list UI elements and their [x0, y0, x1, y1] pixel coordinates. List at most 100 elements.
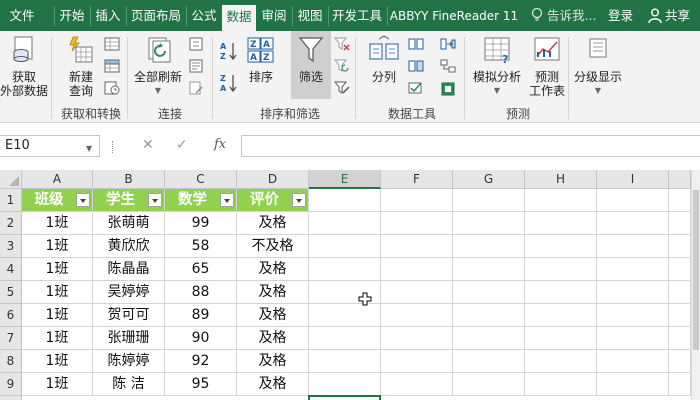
table-cell[interactable]: 90	[165, 327, 237, 350]
cell-h2[interactable]	[525, 212, 597, 235]
table-cell[interactable]: 1班	[22, 235, 93, 258]
table-cell[interactable]: 及格	[237, 373, 309, 396]
select-all-button[interactable]	[0, 170, 22, 189]
cell-f5[interactable]	[381, 281, 453, 304]
table-cell[interactable]: 89	[165, 304, 237, 327]
cell-h7[interactable]	[525, 327, 597, 350]
tab-review[interactable]: 审阅	[258, 4, 290, 28]
cell-g3[interactable]	[453, 235, 525, 258]
table-cell[interactable]: 1班	[22, 350, 93, 373]
tab-view[interactable]: 视图	[294, 4, 326, 28]
cell-g7[interactable]	[453, 327, 525, 350]
cell-h1[interactable]	[525, 189, 597, 212]
cell-e3[interactable]	[309, 235, 381, 258]
cell-e1[interactable]	[309, 189, 381, 212]
cell-i4[interactable]	[597, 258, 669, 281]
show-queries-icon[interactable]	[104, 37, 120, 51]
cell-g2[interactable]	[453, 212, 525, 235]
cell-e6[interactable]	[309, 304, 381, 327]
login-link[interactable]: 登录	[608, 4, 633, 28]
row-header[interactable]: 7	[0, 327, 22, 350]
column-header-c[interactable]: C	[165, 170, 237, 189]
sort-ascending-icon[interactable]: A Z	[220, 41, 238, 61]
table-cell[interactable]: 1班	[22, 373, 93, 396]
cell-j1[interactable]	[669, 189, 691, 212]
column-header-e[interactable]: E	[309, 170, 381, 189]
column-header-h[interactable]: H	[525, 170, 597, 189]
from-table-icon[interactable]	[104, 59, 120, 73]
table-header-cell[interactable]: 班级	[22, 189, 93, 212]
cell-j7[interactable]	[669, 327, 691, 350]
cell-j9[interactable]	[669, 373, 691, 396]
cell-g9[interactable]	[453, 373, 525, 396]
table-cell[interactable]: 88	[165, 281, 237, 304]
tab-abbyy[interactable]: ABBYY FineReader 11	[389, 4, 519, 28]
table-cell[interactable]: 陈婷婷	[93, 350, 165, 373]
table-cell[interactable]: 张珊珊	[93, 327, 165, 350]
filter-button[interactable]: 筛选	[291, 35, 331, 84]
cell-i5[interactable]	[597, 281, 669, 304]
cell-i9[interactable]	[597, 373, 669, 396]
table-cell[interactable]: 92	[165, 350, 237, 373]
cell-f6[interactable]	[381, 304, 453, 327]
cell-e7[interactable]	[309, 327, 381, 350]
remove-duplicates-icon[interactable]	[408, 59, 424, 73]
column-header-a[interactable]: A	[22, 170, 93, 189]
row-header[interactable]: 9	[0, 373, 22, 396]
tab-developer[interactable]: 开发工具	[329, 4, 385, 28]
table-cell[interactable]: 1班	[22, 258, 93, 281]
cell-g1[interactable]	[453, 189, 525, 212]
table-cell[interactable]: 不及格	[237, 235, 309, 258]
filter-dropdown-button[interactable]	[220, 193, 234, 207]
tell-me-search[interactable]: 告诉我...	[547, 4, 596, 28]
table-cell[interactable]: 张萌萌	[93, 212, 165, 235]
table-header-cell[interactable]: 评价	[237, 189, 309, 212]
consolidate-icon[interactable]	[440, 37, 456, 51]
cell-f7[interactable]	[381, 327, 453, 350]
scrollbar-thumb[interactable]	[693, 190, 699, 350]
column-header-j[interactable]	[669, 170, 691, 189]
share-button[interactable]: 共享	[665, 4, 690, 28]
table-cell[interactable]: 及格	[237, 327, 309, 350]
cell-g4[interactable]	[453, 258, 525, 281]
insert-function-button[interactable]: fx	[214, 137, 226, 152]
table-cell[interactable]: 黄欣欣	[93, 235, 165, 258]
cell-j2[interactable]	[669, 212, 691, 235]
table-cell[interactable]: 1班	[22, 212, 93, 235]
tab-page-layout[interactable]: 页面布局	[128, 4, 184, 28]
row-header[interactable]: 8	[0, 350, 22, 373]
flash-fill-icon[interactable]	[408, 37, 424, 51]
table-cell[interactable]: 陈 洁	[93, 373, 165, 396]
cell-j8[interactable]	[669, 350, 691, 373]
cell-i7[interactable]	[597, 327, 669, 350]
table-cell[interactable]: 及格	[237, 212, 309, 235]
table-header-cell[interactable]: 数学	[165, 189, 237, 212]
edit-links-icon[interactable]	[188, 81, 204, 95]
chevron-down-icon[interactable]: ▼	[86, 144, 92, 153]
row-header[interactable]: 3	[0, 235, 22, 258]
table-header-cell[interactable]: 学生	[93, 189, 165, 212]
tab-formulas[interactable]: 公式	[188, 4, 220, 28]
selected-cell-e10[interactable]	[308, 395, 381, 400]
row-header[interactable]: 4	[0, 258, 22, 281]
cell-f9[interactable]	[381, 373, 453, 396]
cell-j6[interactable]	[669, 304, 691, 327]
table-cell[interactable]: 58	[165, 235, 237, 258]
new-query-button[interactable]: 新建 查询	[60, 35, 102, 98]
cell-e8[interactable]	[309, 350, 381, 373]
cell-j5[interactable]	[669, 281, 691, 304]
cell-g5[interactable]	[453, 281, 525, 304]
properties-icon[interactable]	[188, 59, 204, 73]
tab-home[interactable]: 开始	[56, 4, 88, 28]
forecast-sheet-button[interactable]: 预测 工作表	[526, 35, 568, 98]
table-cell[interactable]: 吴婷婷	[93, 281, 165, 304]
cell-f8[interactable]	[381, 350, 453, 373]
enter-check-icon[interactable]: ✓	[176, 137, 188, 153]
column-header-f[interactable]: F	[381, 170, 453, 189]
row-header[interactable]: 6	[0, 304, 22, 327]
cell-g8[interactable]	[453, 350, 525, 373]
cell-j3[interactable]	[669, 235, 691, 258]
cell-e2[interactable]	[309, 212, 381, 235]
cell-i8[interactable]	[597, 350, 669, 373]
advanced-filter-icon[interactable]	[334, 81, 350, 95]
